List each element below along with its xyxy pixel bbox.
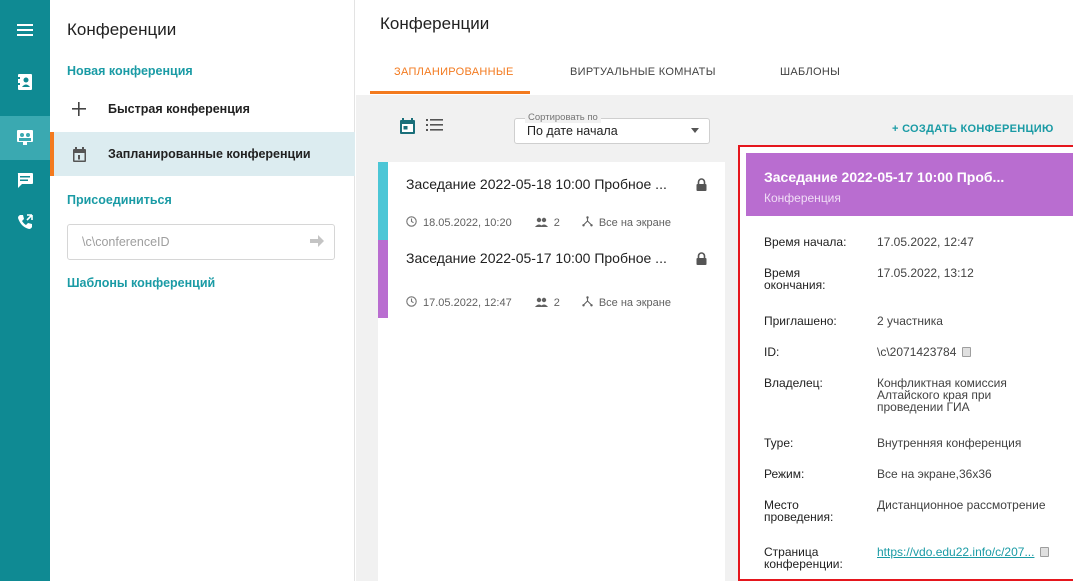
page-title: Конференции bbox=[380, 14, 490, 33]
conference-id-placeholder: \c\conferenceID bbox=[82, 235, 170, 249]
conference-mode: Все на экране bbox=[598, 297, 671, 309]
tab-virtual-rooms[interactable]: ВИРТУАЛЬНЫЕ КОМНАТЫ bbox=[570, 66, 716, 78]
plus-icon bbox=[50, 102, 94, 116]
chevron-down-icon bbox=[691, 128, 699, 133]
sidebar-item-scheduled-conferences[interactable]: Запланированные конференции bbox=[50, 132, 355, 176]
conference-title: Заседание 2022-05-18 10:00 Пробное ... bbox=[406, 176, 667, 192]
participants-count: 2 bbox=[553, 217, 560, 229]
detail-label: Страница конференции: bbox=[764, 545, 843, 571]
participants-icon bbox=[534, 217, 548, 230]
templates-link[interactable]: Шаблоны конференций bbox=[67, 276, 215, 290]
conference-icon[interactable] bbox=[0, 116, 50, 160]
list-view-icon[interactable] bbox=[426, 118, 443, 137]
tab-templates[interactable]: ШАБЛОНЫ bbox=[780, 66, 840, 78]
lock-icon bbox=[696, 252, 707, 270]
conference-date: 17.05.2022, 12:47 bbox=[423, 297, 512, 309]
detail-value: 2 участника bbox=[877, 314, 943, 328]
lock-icon bbox=[696, 178, 707, 196]
conference-meta: 18.05.2022, 10:20 2 Все на экране bbox=[406, 216, 671, 230]
conference-meta: 17.05.2022, 12:47 2 Все на экране bbox=[406, 296, 671, 310]
active-tab-indicator bbox=[370, 91, 530, 94]
conference-card[interactable]: Заседание 2022-05-18 10:00 Пробное ... 1… bbox=[378, 162, 725, 240]
detail-value: Все на экране,36x36 bbox=[877, 467, 992, 481]
detail-label: Время начала: bbox=[764, 235, 847, 249]
conference-page-link[interactable]: https://vdo.edu22.info/c/207... bbox=[877, 545, 1034, 559]
copy-icon[interactable] bbox=[962, 347, 972, 357]
detail-label: Владелец: bbox=[764, 376, 823, 390]
create-conference-button[interactable]: + СОЗДАТЬ КОНФЕРЕНЦИЮ bbox=[892, 123, 1054, 135]
detail-label: Режим: bbox=[764, 467, 805, 481]
contacts-icon[interactable] bbox=[0, 60, 50, 104]
sort-value: По дате начала bbox=[527, 124, 618, 138]
chat-icon[interactable] bbox=[0, 158, 50, 202]
join-link[interactable]: Присоединиться bbox=[67, 193, 172, 207]
detail-title: Заседание 2022-05-17 10:00 Проб... bbox=[764, 169, 1005, 185]
detail-label: Время окончания: bbox=[764, 266, 826, 292]
clock-icon bbox=[406, 216, 417, 230]
detail-value: Конфликтная комиссия Алтайского края при п… bbox=[877, 376, 1007, 414]
participants-count: 2 bbox=[553, 297, 560, 309]
copy-icon[interactable] bbox=[1040, 547, 1050, 557]
card-color-bar bbox=[378, 162, 388, 240]
conference-list: Заседание 2022-05-18 10:00 Пробное ... 1… bbox=[378, 162, 725, 581]
sort-select[interactable]: Сортировать по По дате начала bbox=[514, 112, 710, 144]
sort-caption: Сортировать по bbox=[525, 112, 601, 123]
main-area: Конференции ЗАПЛАНИРОВАННЫЕ ВИРТУАЛЬНЫЕ … bbox=[356, 0, 1073, 581]
detail-label: Приглашено: bbox=[764, 314, 837, 328]
detail-value: Дистанционное рассмотрение bbox=[877, 498, 1046, 512]
tab-scheduled[interactable]: ЗАПЛАНИРОВАННЫЕ bbox=[394, 66, 514, 78]
calendar-icon bbox=[50, 146, 94, 162]
card-color-bar bbox=[378, 240, 388, 318]
detail-value: Внутренняя конференция bbox=[877, 436, 1022, 450]
detail-header: Заседание 2022-05-17 10:00 Проб... Конфе… bbox=[746, 153, 1073, 216]
sidebar: Конференции Новая конференция Быстрая ко… bbox=[50, 0, 355, 581]
sidebar-item-label: Запланированные конференции bbox=[108, 147, 311, 161]
calendar-view-icon[interactable] bbox=[400, 118, 415, 139]
detail-value: 17.05.2022, 12:47 bbox=[877, 235, 974, 249]
conference-id-input[interactable]: \c\conferenceID bbox=[67, 224, 335, 260]
nav-rail bbox=[0, 0, 50, 581]
clock-icon bbox=[406, 296, 417, 310]
detail-label: Место проведения: bbox=[764, 498, 834, 524]
detail-value: \c\2071423784 bbox=[877, 346, 1073, 358]
conference-date: 18.05.2022, 10:20 bbox=[423, 217, 512, 229]
detail-value: https://vdo.edu22.info/c/207... bbox=[877, 546, 1073, 558]
calls-icon[interactable] bbox=[0, 200, 50, 244]
sidebar-title: Конференции bbox=[67, 20, 177, 39]
menu-icon[interactable] bbox=[0, 8, 50, 52]
participants-icon bbox=[534, 297, 548, 310]
conference-title: Заседание 2022-05-17 10:00 Пробное ... bbox=[406, 250, 667, 266]
layout-icon bbox=[582, 216, 593, 230]
arrow-right-icon[interactable] bbox=[310, 234, 324, 251]
conference-detail-panel: Заседание 2022-05-17 10:00 Проб... Конфе… bbox=[738, 145, 1073, 581]
sidebar-item-quick-conference[interactable]: Быстрая конференция bbox=[50, 87, 355, 131]
top-bar: Конференции ЗАПЛАНИРОВАННЫЕ ВИРТУАЛЬНЫЕ … bbox=[356, 0, 1073, 95]
layout-icon bbox=[582, 296, 593, 310]
detail-value: 17.05.2022, 13:12 bbox=[877, 266, 974, 280]
sidebar-item-label: Быстрая конференция bbox=[108, 102, 250, 116]
detail-label: ID: bbox=[764, 345, 780, 359]
conference-mode: Все на экране bbox=[598, 217, 671, 229]
conference-card[interactable]: Заседание 2022-05-17 10:00 Пробное ... 1… bbox=[378, 240, 725, 318]
detail-label: Type: bbox=[764, 436, 794, 450]
detail-subtitle: Конференция bbox=[764, 191, 841, 205]
new-conference-link[interactable]: Новая конференция bbox=[67, 64, 193, 78]
